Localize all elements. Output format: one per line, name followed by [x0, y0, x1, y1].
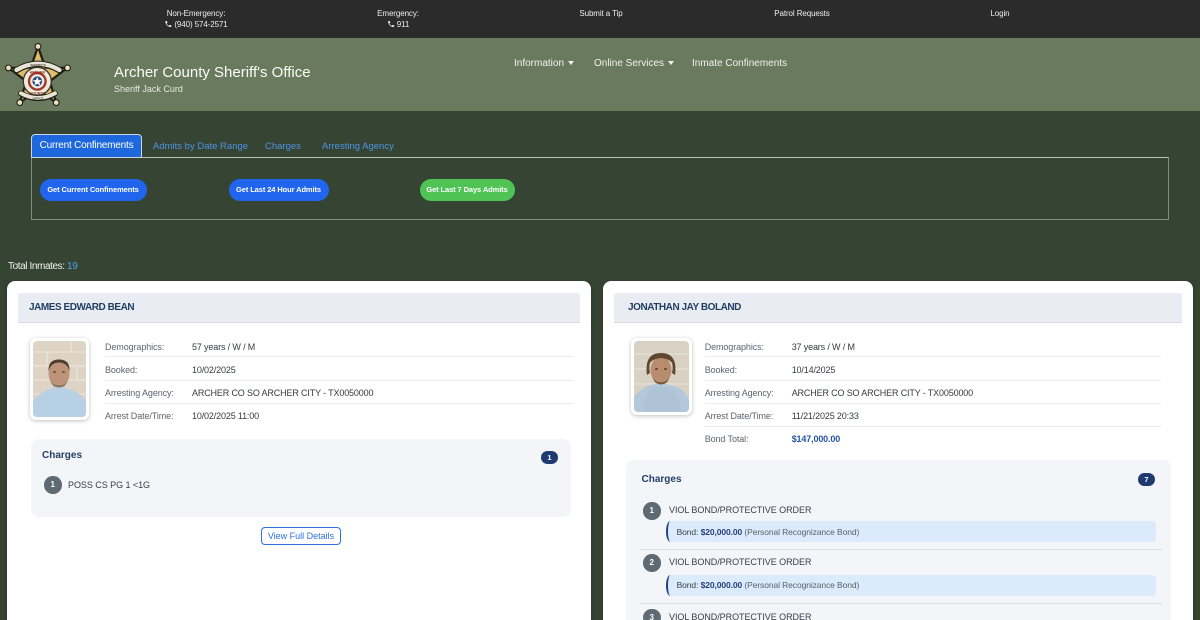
svg-text:SHERIFF'S: SHERIFF'S — [30, 63, 46, 67]
svg-text:OFFICE: OFFICE — [33, 96, 44, 100]
svg-text:ARCHER: ARCHER — [30, 70, 46, 74]
svg-text:COUNTY: COUNTY — [30, 92, 46, 96]
